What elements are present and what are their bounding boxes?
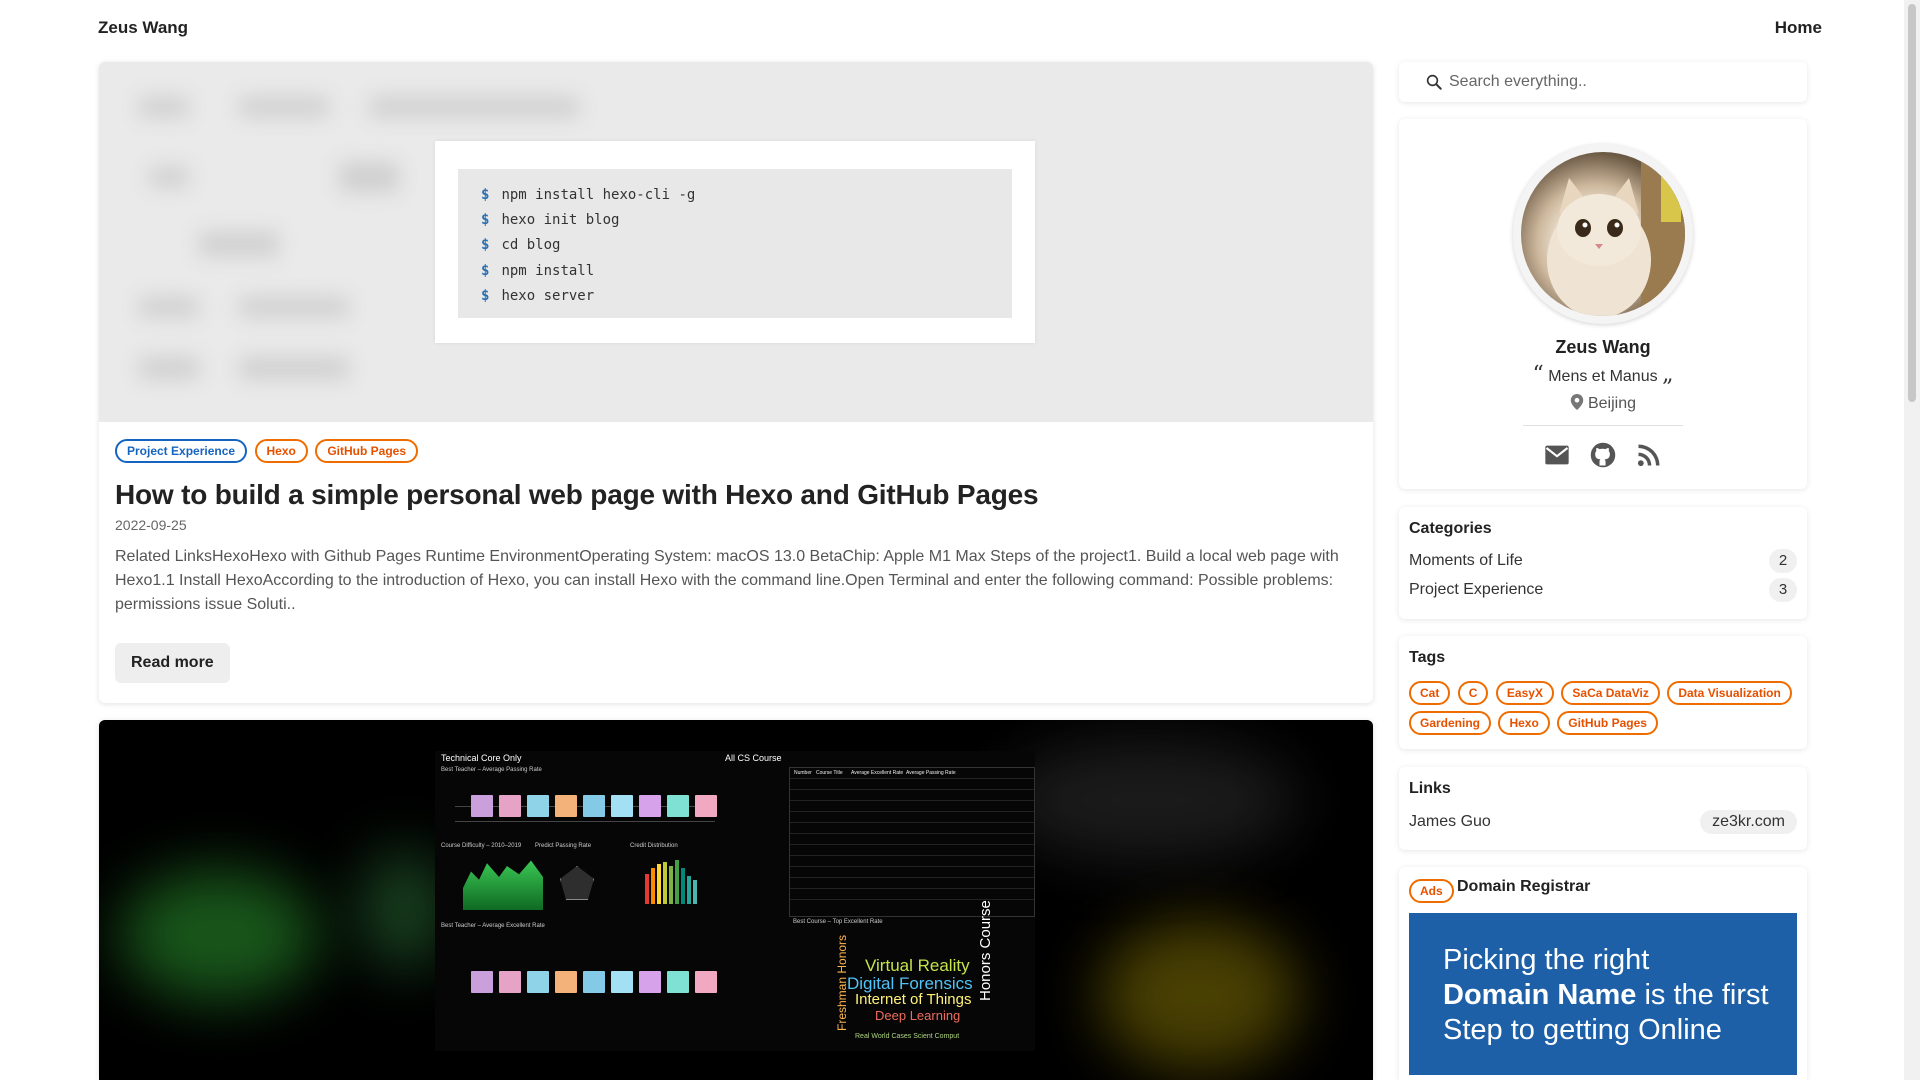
friend-link-domain: ze3kr.com (1700, 810, 1797, 834)
post-tag-chip[interactable]: GitHub Pages (315, 439, 418, 463)
post-title-link[interactable]: How to build a simple personal web page … (115, 479, 1355, 511)
profile-card: Zeus Wang “ Mens et Manus „ Beijing (1399, 119, 1807, 489)
categories-title: Categories (1409, 520, 1492, 537)
tags-card: Tags Cat C EasyX SaCa DataViz Data Visua… (1399, 636, 1807, 749)
category-count-badge: 3 (1769, 578, 1797, 602)
search-icon (1426, 74, 1442, 90)
location-pin-icon (1570, 394, 1584, 410)
word-cloud-term: Honors Course (977, 900, 994, 1001)
site-brand-link[interactable]: Zeus Wang (98, 18, 188, 38)
panel-subtitle: Best Teacher – Average Passing Rate (441, 767, 542, 773)
post-date: 2022-09-25 (115, 517, 187, 533)
post-card: Technical Core Only All CS Course Best T… (99, 720, 1373, 1080)
word-cloud-term: Virtual Reality (865, 956, 970, 975)
categories-card: Categories Moments of Life 2 Project Exp… (1399, 507, 1807, 619)
panel-subtitle: Best Teacher – Average Excellent Rate (441, 923, 545, 929)
post-excerpt: Related LinksHexoHexo with Github Pages … (115, 548, 1339, 613)
email-icon[interactable] (1543, 441, 1571, 469)
course-table: Number Course Title Average Excellent Ra… (789, 767, 1035, 917)
read-more-button[interactable]: Read more (115, 643, 230, 683)
social-links (1399, 441, 1807, 469)
word-cloud-term: Real World Cases Scient Comput (855, 1033, 960, 1040)
category-item[interactable]: Project Experience 3 (1409, 578, 1797, 602)
panel-subtitle: Best Course – Top Excellent Rate (793, 919, 883, 925)
terminal-code-block: $ npm install hexo-cli -g $ hexo init blog… (458, 169, 1012, 318)
tag-chip[interactable]: C (1457, 681, 1489, 705)
search-input[interactable] (1449, 68, 1789, 96)
terminal-line: $ cd blog (481, 237, 561, 254)
open-quote-icon: “ (1532, 362, 1544, 387)
profile-divider (1523, 425, 1683, 426)
post-tag-list: Project Experience Hexo GitHub Pages (115, 439, 1355, 463)
dashboard-screenshot: Technical Core Only All CS Course Best T… (435, 751, 1035, 1051)
github-icon[interactable] (1589, 441, 1617, 469)
tags-title: Tags (1409, 649, 1446, 666)
tag-chip[interactable]: Gardening (1409, 711, 1492, 735)
search-box[interactable] (1399, 62, 1807, 102)
post-cover-image[interactable]: $ npm install hexo-cli -g $ hexo init blog… (99, 62, 1373, 422)
tag-chip[interactable]: Cat (1409, 681, 1451, 705)
panel-subtitle: Predict Passing Rate (535, 843, 592, 849)
avatar[interactable] (1513, 144, 1693, 324)
terminal-line: $ npm install (481, 262, 595, 279)
bar-group (471, 795, 717, 817)
nav-home-link[interactable]: Home (1775, 18, 1822, 38)
tag-cloud: Cat C EasyX SaCa DataViz Data Visualizat… (1409, 681, 1799, 741)
panel-subtitle: Credit Distribution (630, 843, 678, 849)
terminal-snippet: $ npm install hexo-cli -g $ hexo init blog… (435, 141, 1035, 343)
ad-banner[interactable]: Picking the right Domain Name is the fir… (1409, 913, 1797, 1075)
terminal-line: $ hexo init blog (481, 212, 620, 229)
vertical-scrollbar[interactable] (1904, 0, 1920, 1080)
friend-link-item[interactable]: James Guo ze3kr.com (1409, 810, 1797, 834)
profile-location: Beijing (1399, 394, 1807, 413)
tag-chip[interactable]: SaCa DataViz (1561, 681, 1660, 705)
post-card: $ npm install hexo-cli -g $ hexo init blog… (99, 62, 1373, 703)
ads-title: Domain Registrar (1457, 878, 1591, 895)
bar-group (471, 971, 717, 993)
word-cloud-term: Deep Learning (875, 1008, 961, 1023)
post-body: Project Experience Hexo GitHub Pages How… (115, 439, 1355, 683)
post-cover-image[interactable]: Technical Core Only All CS Course Best T… (99, 720, 1373, 1080)
rss-icon[interactable] (1635, 441, 1663, 469)
avatar-image (1521, 152, 1685, 316)
dashboard-title: Technical Core Only (441, 753, 522, 763)
ads-card: Ads Domain Registrar Picking the right D… (1399, 867, 1807, 1080)
close-quote-icon: „ (1662, 362, 1674, 387)
scrollbar-thumb[interactable] (1908, 4, 1916, 402)
tag-chip[interactable]: GitHub Pages (1557, 711, 1658, 735)
category-item[interactable]: Moments of Life 2 (1409, 549, 1797, 573)
word-cloud-term: Internet of Things (855, 991, 972, 1008)
word-cloud-term: Freshman Honors (835, 934, 849, 1031)
ads-badge: Ads (1409, 879, 1454, 903)
terminal-line: $ npm install hexo-cli -g (481, 187, 696, 203)
profile-name: Zeus Wang (1555, 337, 1651, 357)
profile-motto: “ Mens et Manus „ (1532, 362, 1674, 387)
terminal-line: $ hexo server (481, 287, 595, 304)
post-tag-chip[interactable]: Hexo (254, 439, 308, 463)
category-count-badge: 2 (1769, 549, 1797, 573)
links-title: Links (1409, 780, 1451, 797)
tag-chip[interactable]: Hexo (1498, 711, 1550, 735)
top-navbar: Zeus Wang Home (0, 0, 1904, 58)
post-category-chip[interactable]: Project Experience (115, 439, 248, 463)
tag-chip[interactable]: EasyX (1495, 681, 1554, 705)
dashboard-title: All CS Course (725, 753, 782, 763)
tag-chip[interactable]: Data Visualization (1667, 681, 1792, 705)
panel-subtitle: Course Difficulty – 2010–2019 (441, 843, 522, 849)
links-card: Links James Guo ze3kr.com (1399, 767, 1807, 850)
